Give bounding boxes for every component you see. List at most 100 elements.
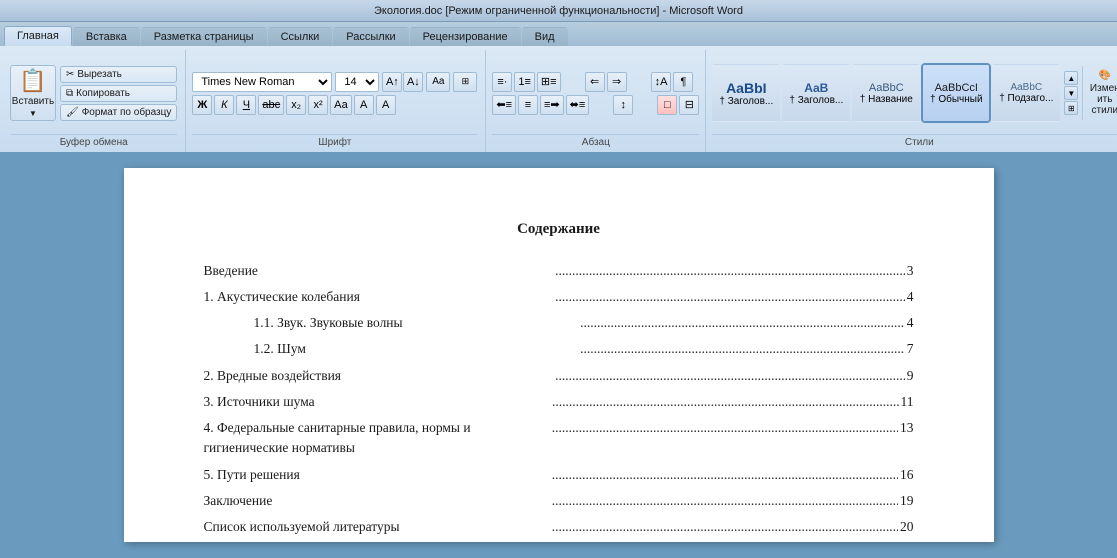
font-group-content: Times New Roman 14 A↑ A↓ Aa ⊞ xyxy=(192,52,477,134)
toc-entry: 1.1. Звук. Звуковые волны...............… xyxy=(204,313,914,333)
toc-dots: ........................................… xyxy=(580,339,905,359)
justify-button[interactable]: ⬌≡ xyxy=(566,95,590,115)
format-painter-button[interactable]: 🖌 Формат по образцу xyxy=(60,104,177,121)
styles-group: AaBbI † Заголов... AaB † Заголов... AaBb… xyxy=(706,50,1117,152)
ribbon-content: 📋 Вставить ▼ ✂ Вырезать ⧉ Копировать 🖌 xyxy=(0,46,1117,152)
clipboard-actions: ✂ Вырезать ⧉ Копировать 🖌 Формат по обра… xyxy=(60,66,177,121)
tab-references[interactable]: Ссылки xyxy=(268,27,333,46)
align-right-button[interactable]: ≡➡ xyxy=(540,95,564,115)
subscript-button[interactable]: x₂ xyxy=(286,95,306,115)
align-left-button[interactable]: ⬅≡ xyxy=(492,95,516,115)
strikethrough-button[interactable]: аbc xyxy=(258,95,284,115)
scissors-icon: ✂ xyxy=(66,69,74,80)
clipboard-group-content: 📋 Вставить ▼ ✂ Вырезать ⧉ Копировать 🖌 xyxy=(10,52,177,134)
styles-scroll-down-button[interactable]: ▼ xyxy=(1064,86,1078,100)
underline-button[interactable]: Ч xyxy=(236,95,256,115)
toc-entry-text: 1.1. Звук. Звуковые волны xyxy=(204,313,579,333)
toc-entry-page: 3 xyxy=(907,261,914,281)
clear-formatting-button[interactable]: Aa xyxy=(426,72,450,92)
toc-entry: Введение................................… xyxy=(204,261,914,281)
toc-dots: ........................................… xyxy=(552,465,898,485)
show-hide-button[interactable]: ¶ xyxy=(673,72,693,92)
style-subtitle[interactable]: AaBbC † Подзаго... xyxy=(992,64,1060,122)
cut-button[interactable]: ✂ Вырезать xyxy=(60,66,177,83)
separator4 xyxy=(635,95,655,115)
styles-scroll-up-button[interactable]: ▲ xyxy=(1064,71,1078,85)
italic-button[interactable]: К xyxy=(214,95,234,115)
edit-styles-icon: 🎨 xyxy=(1099,70,1111,81)
document-page: Содержание Введение.....................… xyxy=(124,168,994,542)
format-painter-icon: 🖌 xyxy=(66,107,79,118)
multilevel-button[interactable]: ⊞≡ xyxy=(537,72,561,92)
toc-entry-text: 4. Федеральные санитарные правила, нормы… xyxy=(204,418,550,459)
separator3 xyxy=(591,95,611,115)
copy-icon: ⧉ xyxy=(66,88,73,99)
decrease-indent-button[interactable]: ⇐ xyxy=(585,72,605,92)
paragraph-group: ≡· 1≡ ⊞≡ ⇐ ⇒ ↕A ¶ ⬅≡ ≡ ≡➡ ⬌≡ xyxy=(486,50,706,152)
font-name-select[interactable]: Times New Roman xyxy=(192,72,332,92)
toc-entries: Введение................................… xyxy=(204,261,914,538)
toc-entry-text: 3. Источники шума xyxy=(204,392,551,412)
increase-indent-button[interactable]: ⇒ xyxy=(607,72,627,92)
style-normal[interactable]: AaBbCcI † Обычный xyxy=(922,64,990,122)
sort-button[interactable]: ↕A xyxy=(651,72,672,92)
styles-scroll-controls: ▲ ▼ ⊞ xyxy=(1064,71,1078,115)
toc-entry: 4. Федеральные санитарные правила, нормы… xyxy=(204,418,914,459)
toc-dots: ........................................… xyxy=(552,418,898,459)
line-spacing-button[interactable]: ↕ xyxy=(613,95,633,115)
toc-entry-page: 19 xyxy=(900,491,914,511)
font-label: Шрифт xyxy=(192,134,477,150)
toc-entry-page: 11 xyxy=(901,392,914,412)
document-area[interactable]: Содержание Введение.....................… xyxy=(0,152,1117,558)
ribbon: Главная Вставка Разметка страницы Ссылки… xyxy=(0,22,1117,152)
toc-entry-page: 4 xyxy=(907,287,914,307)
toc-dots: ........................................… xyxy=(552,491,898,511)
paste-button[interactable]: 📋 Вставить ▼ xyxy=(10,65,56,121)
toc-dots: ........................................… xyxy=(552,517,898,537)
style-heading1[interactable]: AaBbI † Заголов... xyxy=(712,64,780,122)
paste-arrow[interactable]: ▼ xyxy=(29,109,37,118)
text-highlight-button[interactable]: А xyxy=(354,95,374,115)
toc-dots: ........................................… xyxy=(555,287,905,307)
toc-entry: 2. Вредные воздействия..................… xyxy=(204,366,914,386)
show-all-button[interactable]: ⊞ xyxy=(453,72,477,92)
paragraph-label: Абзац xyxy=(492,134,699,150)
numbering-button[interactable]: 1≡ xyxy=(514,72,535,92)
shading-button[interactable]: □ xyxy=(657,95,677,115)
font-size-select[interactable]: 14 xyxy=(335,72,379,92)
tab-layout[interactable]: Разметка страницы xyxy=(141,27,267,46)
clipboard-group: 📋 Вставить ▼ ✂ Вырезать ⧉ Копировать 🖌 xyxy=(4,50,186,152)
bold-button[interactable]: Ж xyxy=(192,95,212,115)
clipboard-label: Буфер обмена xyxy=(10,134,177,150)
superscript-button[interactable]: x² xyxy=(308,95,328,115)
styles-expand-button[interactable]: ⊞ xyxy=(1064,101,1078,115)
tab-review[interactable]: Рецензирование xyxy=(410,27,521,46)
style-title[interactable]: AaBbC † Название xyxy=(852,64,920,122)
toc-entry-page: 7 xyxy=(907,339,914,359)
toc-entry-page: 20 xyxy=(900,517,914,537)
toc-entry-text: 1. Акустические колебания xyxy=(204,287,554,307)
toc-title: Содержание xyxy=(204,218,914,241)
tab-insert[interactable]: Вставка xyxy=(73,27,140,46)
tab-mailings[interactable]: Рассылки xyxy=(333,27,408,46)
font-size-decrease-button[interactable]: A↓ xyxy=(403,72,423,92)
font-size-buttons: A↑ A↓ xyxy=(382,72,423,92)
para-controls: ≡· 1≡ ⊞≡ ⇐ ⇒ ↕A ¶ ⬅≡ ≡ ≡➡ ⬌≡ xyxy=(492,72,699,115)
align-center-button[interactable]: ≡ xyxy=(518,95,538,115)
text-color-button[interactable]: А xyxy=(376,95,396,115)
edit-styles-button[interactable]: 🎨 Изменить стили xyxy=(1082,66,1117,120)
para-row-2: ⬅≡ ≡ ≡➡ ⬌≡ ↕ □ ⊟ xyxy=(492,95,699,115)
font-row-2: Ж К Ч аbc x₂ x² Аа А А xyxy=(192,95,477,115)
toc-entry: 1. Акустические колебания...............… xyxy=(204,287,914,307)
tab-view[interactable]: Вид xyxy=(522,27,568,46)
toc-entry-page: 16 xyxy=(900,465,914,485)
borders-button[interactable]: ⊟ xyxy=(679,95,699,115)
bullets-button[interactable]: ≡· xyxy=(492,72,512,92)
copy-button[interactable]: ⧉ Копировать xyxy=(60,85,177,102)
font-group: Times New Roman 14 A↑ A↓ Aa ⊞ xyxy=(186,50,486,152)
toc-entry: 3. Источники шума.......................… xyxy=(204,392,914,412)
change-case-button[interactable]: Аа xyxy=(330,95,352,115)
font-size-increase-button[interactable]: A↑ xyxy=(382,72,402,92)
style-heading2[interactable]: AaB † Заголов... xyxy=(782,64,850,122)
tab-home[interactable]: Главная xyxy=(4,26,72,46)
